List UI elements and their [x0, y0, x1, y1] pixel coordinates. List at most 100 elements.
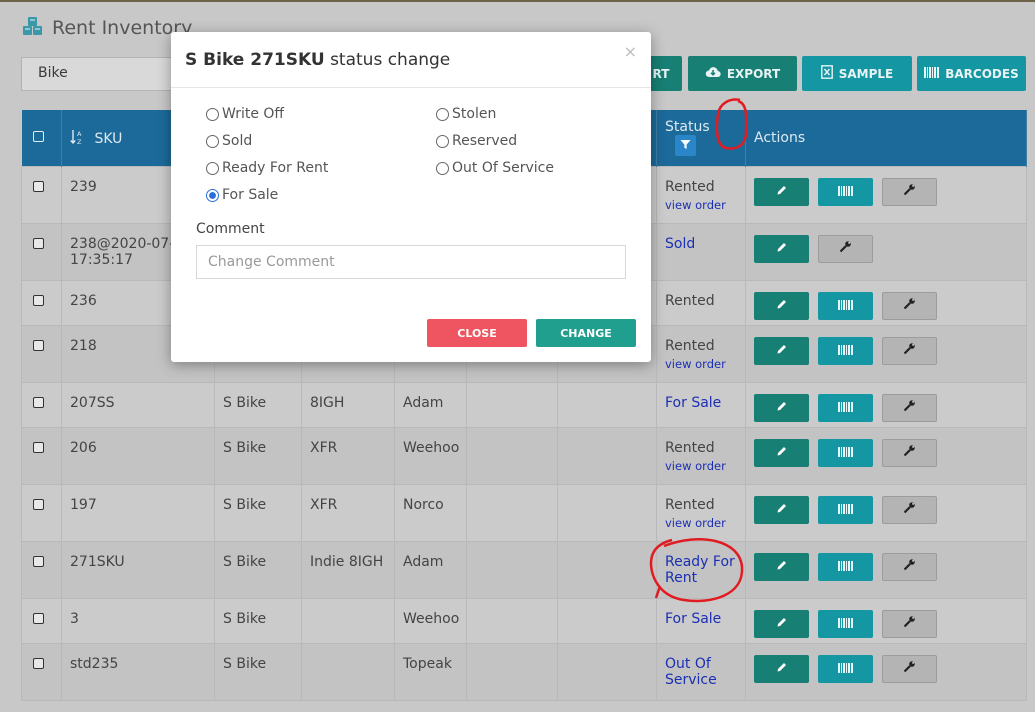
radio-write-off[interactable]: Write Off	[206, 106, 284, 122]
settings-button[interactable]	[882, 393, 937, 422]
status-value: Rented	[665, 496, 715, 513]
row-checkbox[interactable]	[33, 498, 44, 510]
radio-for-sale[interactable]: For Sale	[206, 187, 278, 203]
row-checkbox[interactable]	[33, 441, 44, 453]
edit-button[interactable]	[754, 438, 809, 467]
model-cell: XFR	[301, 426, 395, 485]
pencil-icon	[776, 298, 788, 314]
status-cell: Ready For Rent	[656, 540, 746, 599]
row-checkbox[interactable]	[33, 294, 44, 306]
settings-button[interactable]	[882, 609, 937, 638]
barcode-button[interactable]	[818, 393, 873, 422]
row-select-cell	[21, 597, 62, 644]
brand-cell: Adam	[394, 381, 467, 428]
radio-label: Write Off	[222, 106, 285, 122]
change-button[interactable]: CHANGE	[536, 319, 636, 347]
row-checkbox[interactable]	[33, 657, 44, 669]
edit-button[interactable]	[754, 336, 809, 365]
row-checkbox[interactable]	[33, 180, 44, 192]
barcode-button[interactable]	[818, 177, 873, 206]
export-button[interactable]: EXPORT	[688, 56, 797, 91]
edit-button[interactable]	[754, 495, 809, 524]
radio-reserved[interactable]: Reserved	[436, 133, 517, 149]
comment-input[interactable]	[196, 245, 626, 279]
edit-button[interactable]	[754, 552, 809, 581]
row-select-cell	[21, 642, 62, 701]
radio-ready-for-rent[interactable]: Ready For Rent	[206, 160, 328, 176]
settings-button[interactable]	[882, 291, 937, 320]
barcode-button[interactable]	[818, 438, 873, 467]
barcode-button[interactable]	[818, 654, 873, 683]
close-button[interactable]: CLOSE	[427, 319, 527, 347]
empty-cell	[466, 642, 558, 701]
edit-button[interactable]	[754, 177, 809, 206]
view-order-link[interactable]: view order	[665, 459, 737, 473]
settings-button[interactable]	[882, 495, 937, 524]
radio-dot[interactable]	[436, 134, 449, 148]
empty-cell	[557, 426, 657, 485]
settings-button[interactable]	[882, 438, 937, 467]
status-value[interactable]: Out Of Service	[665, 656, 717, 688]
row-select-cell	[21, 324, 62, 383]
edit-button[interactable]	[754, 609, 809, 638]
radio-dot-selected[interactable]	[206, 188, 219, 202]
brand-cell: Weehoo	[394, 426, 467, 485]
radio-out-of-service[interactable]: Out Of Service	[436, 160, 554, 176]
row-select-cell	[21, 381, 62, 428]
pencil-icon	[776, 559, 788, 575]
table-row: std235 S Bike Topeak Out Of Service	[21, 642, 1027, 701]
barcode-icon	[838, 298, 853, 314]
view-order-link[interactable]: view order	[665, 357, 737, 371]
sku-cell: 207SS	[61, 381, 215, 428]
settings-button[interactable]	[882, 177, 937, 206]
close-icon[interactable]: ×	[624, 42, 637, 61]
view-order-link[interactable]: view order	[665, 516, 737, 530]
status-value[interactable]: For Sale	[665, 395, 721, 411]
barcodes-button[interactable]: BARCODES	[917, 56, 1026, 91]
row-checkbox[interactable]	[33, 396, 44, 408]
settings-button[interactable]	[882, 552, 937, 581]
radio-stolen[interactable]: Stolen	[436, 106, 496, 122]
radio-sold[interactable]: Sold	[206, 133, 252, 149]
radio-dot[interactable]	[206, 161, 219, 175]
edit-button[interactable]	[754, 234, 809, 263]
edit-button[interactable]	[754, 393, 809, 422]
actions-cell	[745, 426, 1027, 485]
row-checkbox[interactable]	[33, 612, 44, 624]
empty-cell	[466, 597, 558, 644]
row-checkbox[interactable]	[33, 237, 44, 249]
pencil-icon	[776, 445, 788, 461]
row-checkbox[interactable]	[33, 339, 44, 351]
status-change-modal: S Bike 271SKU status change × Write Off …	[171, 32, 651, 362]
row-checkbox[interactable]	[33, 555, 44, 567]
status-filter-button[interactable]	[675, 135, 696, 157]
status-value[interactable]: Sold	[665, 236, 695, 252]
radio-dot[interactable]	[436, 161, 449, 175]
edit-button[interactable]	[754, 654, 809, 683]
barcode-button[interactable]	[818, 609, 873, 638]
view-order-link[interactable]: view order	[665, 198, 737, 212]
radio-label: Stolen	[452, 106, 497, 122]
comment-label: Comment	[196, 221, 265, 237]
status-value[interactable]: Ready For Rent	[665, 554, 735, 586]
radio-dot[interactable]	[436, 107, 449, 121]
wrench-icon	[903, 183, 916, 200]
barcode-button[interactable]	[818, 552, 873, 581]
settings-button[interactable]	[882, 654, 937, 683]
radio-dot[interactable]	[206, 134, 219, 148]
sample-button[interactable]: SAMPLE	[802, 56, 912, 91]
barcode-button[interactable]	[818, 495, 873, 524]
status-value[interactable]: For Sale	[665, 611, 721, 627]
status-value: Rented	[665, 178, 715, 195]
barcode-button[interactable]	[818, 336, 873, 365]
row-select-cell	[21, 222, 62, 281]
empty-cell	[557, 642, 657, 701]
barcode-button[interactable]	[818, 291, 873, 320]
settings-button[interactable]	[882, 336, 937, 365]
radio-dot[interactable]	[206, 107, 219, 121]
edit-button[interactable]	[754, 291, 809, 320]
settings-button[interactable]	[818, 234, 873, 263]
wrench-icon	[903, 660, 916, 677]
barcode-icon	[838, 400, 853, 416]
select-all-checkbox[interactable]	[32, 131, 44, 143]
